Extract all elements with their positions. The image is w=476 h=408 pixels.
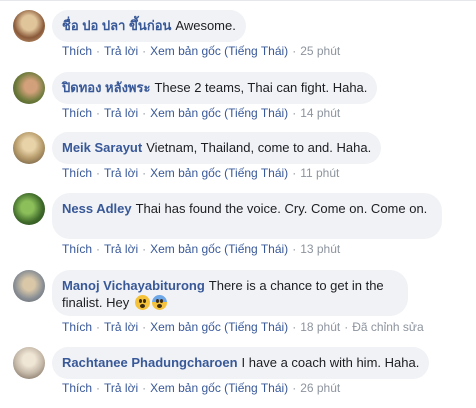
comment-bubble: Rachtanee Phadungcharoen I have a coach w… — [52, 347, 430, 379]
separator: · — [292, 166, 297, 180]
separator: · — [96, 44, 101, 58]
avatar[interactable] — [13, 132, 45, 164]
separator: · — [96, 242, 101, 256]
timestamp[interactable]: 13 phút — [300, 242, 340, 256]
separator: · — [292, 242, 297, 256]
separator: · — [96, 381, 101, 395]
avatar[interactable] — [13, 10, 45, 42]
comment-actions: Thích · Trả lời · Xem bản gốc (Tiếng Thái) · 1… — [62, 319, 424, 335]
edited-label[interactable]: Đã chỉnh sửa — [352, 320, 423, 334]
separator: · — [142, 44, 147, 58]
comment-actions: Thích · Trả lời · Xem bản gốc (Tiếng Thái) · 2… — [62, 380, 340, 396]
see-original-link[interactable]: Xem bản gốc (Tiếng Thái) — [150, 106, 288, 120]
comment-actions: Thích · Trả lời · Xem bản gốc (Tiếng Thái) · 2… — [62, 43, 340, 59]
separator: · — [292, 320, 297, 334]
comment-author[interactable]: Meik Sarayut — [62, 140, 142, 155]
comment-author[interactable]: Manoj Vichayabiturong — [62, 278, 205, 293]
see-original-link[interactable]: Xem bản gốc (Tiếng Thái) — [150, 44, 288, 58]
timestamp[interactable]: 26 phút — [300, 381, 340, 395]
comment-actions: Thích · Trả lời · Xem bản gốc (Tiếng Thái) · 1… — [62, 105, 340, 121]
like-link[interactable]: Thích — [62, 242, 92, 256]
comment-bubble: Meik Sarayut Vietnam, Thailand, come to a… — [52, 132, 382, 164]
like-link[interactable]: Thích — [62, 106, 92, 120]
reply-link[interactable]: Trả lời — [104, 320, 138, 334]
timestamp[interactable]: 25 phút — [300, 44, 340, 58]
see-original-link[interactable]: Xem bản gốc (Tiếng Thái) — [150, 166, 288, 180]
like-link[interactable]: Thích — [62, 381, 92, 395]
separator: · — [142, 242, 147, 256]
comment-author[interactable]: Rachtanee Phadungcharoen — [62, 355, 238, 370]
reply-link[interactable]: Trả lời — [104, 44, 138, 58]
comment-author[interactable]: ชื่อ ปอ ปลา ขึ้นก่อน — [62, 18, 171, 33]
see-original-link[interactable]: Xem bản gốc (Tiếng Thái) — [150, 381, 288, 395]
separator: · — [96, 166, 101, 180]
separator: · — [142, 106, 147, 120]
avatar[interactable] — [13, 270, 45, 302]
comment-text: Vietnam, Thailand, come to and. Haha. — [146, 140, 372, 155]
screaming-face-icon — [151, 295, 167, 310]
separator: · — [96, 106, 101, 120]
comment-bubble: Ness Adley Thai has found the voice. Cry.… — [52, 193, 442, 239]
like-link[interactable]: Thích — [62, 320, 92, 334]
astonished-face-icon — [134, 295, 150, 310]
comment-text: Awesome. — [175, 18, 236, 33]
separator: · — [292, 381, 297, 395]
comment-bubble: Manoj Vichayabiturong There is a chance t… — [52, 270, 408, 316]
separator: · — [142, 320, 147, 334]
comment-bubble: ชื่อ ปอ ปลา ขึ้นก่อน Awesome. — [52, 10, 246, 42]
separator: · — [142, 381, 147, 395]
reply-link[interactable]: Trả lời — [104, 166, 138, 180]
comment-actions: Thích · Trả lời · Xem bản gốc (Tiếng Thái) · 1… — [62, 241, 340, 257]
reply-link[interactable]: Trả lời — [104, 106, 138, 120]
separator: · — [344, 320, 349, 334]
comment-author[interactable]: ปิดทอง หลังพระ — [62, 80, 150, 95]
separator: · — [292, 106, 297, 120]
like-link[interactable]: Thích — [62, 166, 92, 180]
comment-text: Thai has found the voice. Cry. Come on. … — [135, 201, 428, 216]
comment-text: I have a coach with him. Haha. — [241, 355, 420, 370]
reply-link[interactable]: Trả lời — [104, 381, 138, 395]
timestamp[interactable]: 14 phút — [300, 106, 340, 120]
reply-link[interactable]: Trả lời — [104, 242, 138, 256]
comment-actions: Thích · Trả lời · Xem bản gốc (Tiếng Thái) · 1… — [62, 165, 339, 181]
avatar[interactable] — [13, 347, 45, 379]
comments-list: ชื่อ ปอ ปลา ขึ้นก่อน Awesome. Thích · Trả l… — [0, 0, 476, 408]
separator: · — [96, 320, 101, 334]
separator: · — [142, 166, 147, 180]
avatar[interactable] — [13, 72, 45, 104]
like-link[interactable]: Thích — [62, 44, 92, 58]
see-original-link[interactable]: Xem bản gốc (Tiếng Thái) — [150, 320, 288, 334]
comment-bubble: ปิดทอง หลังพระ These 2 teams, Thai can fi… — [52, 72, 378, 104]
comment-author[interactable]: Ness Adley — [62, 201, 132, 216]
timestamp[interactable]: 18 phút — [300, 320, 340, 334]
separator: · — [292, 44, 297, 58]
see-original-link[interactable]: Xem bản gốc (Tiếng Thái) — [150, 242, 288, 256]
avatar[interactable] — [13, 193, 45, 225]
timestamp[interactable]: 11 phút — [300, 166, 339, 180]
comment-text: These 2 teams, Thai can fight. Haha. — [154, 80, 368, 95]
